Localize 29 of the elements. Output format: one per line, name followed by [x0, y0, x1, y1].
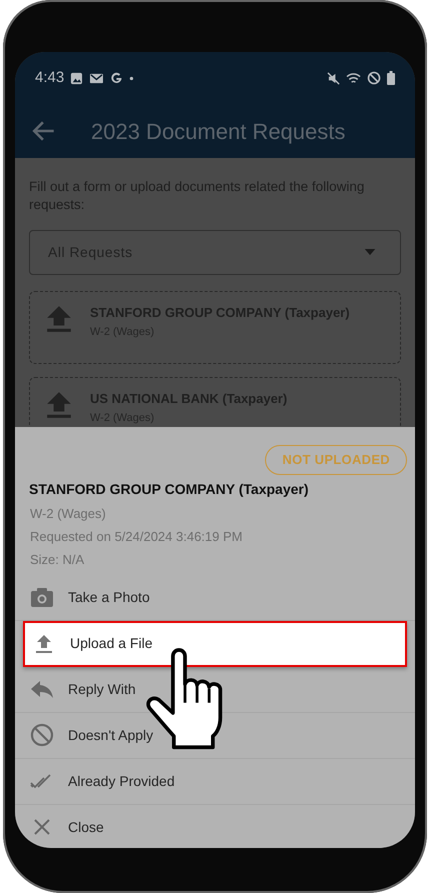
status-badge: NOT UPLOADED	[265, 445, 407, 474]
dot-icon	[129, 76, 134, 80]
image-icon	[70, 72, 84, 84]
google-icon	[110, 72, 124, 84]
screen-title: 2023 Document Requests	[91, 118, 346, 146]
action-label: Doesn't Apply	[68, 726, 154, 745]
action-item[interactable]: Close	[15, 804, 415, 848]
action-label: Take a Photo	[68, 588, 150, 606]
action-label: Already Provided	[68, 772, 175, 791]
camera-icon	[30, 585, 54, 609]
request-detail: Size: N/A	[29, 550, 86, 568]
wifi-icon	[346, 72, 361, 84]
upload-icon	[46, 305, 72, 334]
request-title: STANFORD GROUP COMPANY (Taxpayer)	[28, 480, 310, 499]
request-detail: Requested on 5/24/2024 3:46:19 PM	[29, 528, 244, 546]
status-time: 4:43	[35, 68, 64, 88]
action-item[interactable]: Already Provided	[15, 758, 415, 804]
blocked-icon	[367, 71, 381, 85]
battery-icon	[387, 71, 395, 85]
request-detail: W-2 (Wages)	[29, 504, 107, 523]
action-item[interactable]: Upload a File	[23, 620, 407, 666]
caret-icon	[364, 249, 376, 256]
mute-icon	[327, 72, 340, 84]
action-label: Close	[68, 818, 104, 836]
upload-icon	[46, 391, 72, 420]
action-label: Reply With	[68, 680, 136, 699]
mail-icon	[89, 72, 104, 84]
ban-icon	[30, 723, 54, 747]
action-label: Upload a File	[70, 634, 152, 653]
